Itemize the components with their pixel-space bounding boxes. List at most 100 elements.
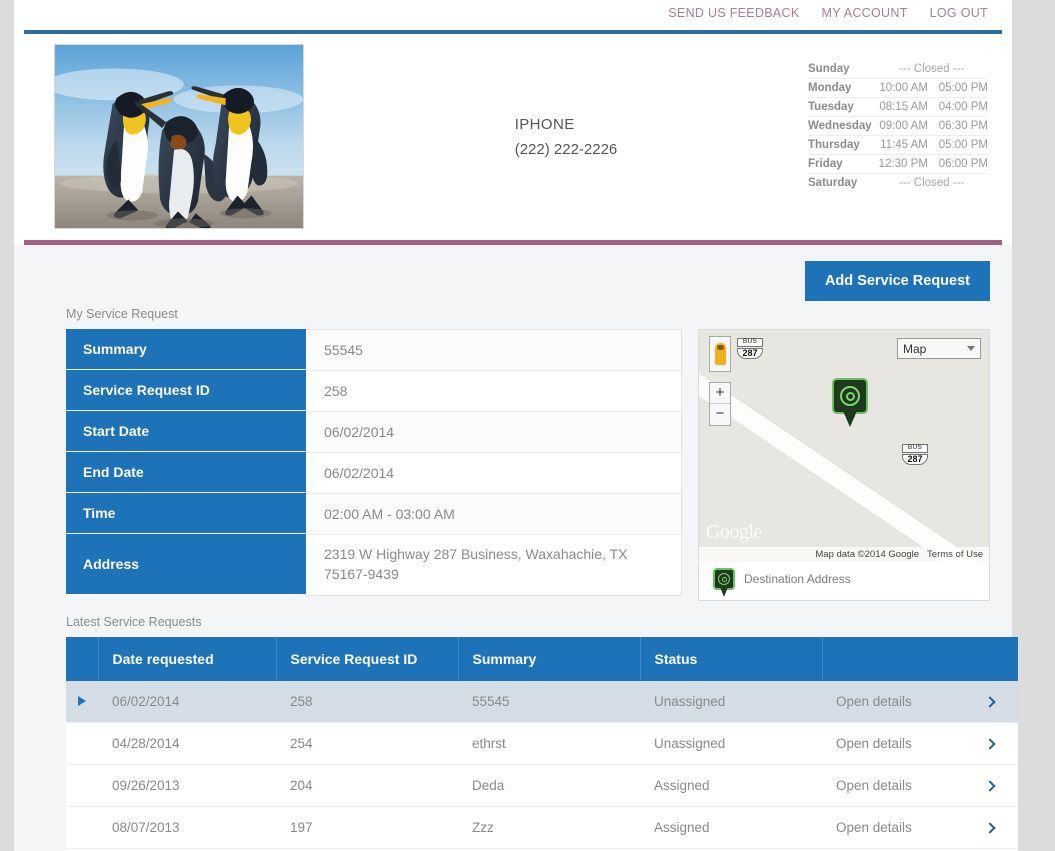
cell-open-details-chevron[interactable] bbox=[962, 681, 1018, 723]
top-utility-bar: SEND US FEEDBACK MY ACCOUNT LOG OUT bbox=[14, 0, 1012, 30]
hours-row: Sunday --- Closed --- bbox=[808, 60, 988, 79]
detail-and-map-row: Summary Service Request ID Start Date En… bbox=[66, 329, 990, 601]
cell-status: Unassigned bbox=[640, 681, 822, 723]
map-zoom-controls[interactable]: + − bbox=[709, 382, 731, 426]
route-shield-icon: BUS 287 bbox=[902, 444, 928, 466]
detail-value-end-date: 06/02/2014 bbox=[306, 453, 681, 494]
table-row[interactable]: 06/02/2014 258 55545 Unassigned Open det… bbox=[66, 681, 1018, 723]
cell-service-request-id: 197 bbox=[276, 806, 458, 849]
detail-label-address: Address bbox=[66, 534, 306, 594]
cell-status: Assigned bbox=[640, 764, 822, 807]
link-send-us-feedback[interactable]: SEND US FEEDBACK bbox=[668, 6, 799, 20]
legend-label: Destination Address bbox=[744, 572, 851, 586]
hours-day: Friday bbox=[808, 154, 876, 174]
destination-marker-icon[interactable] bbox=[832, 378, 868, 427]
map-viewport[interactable]: BUS 287 BUS 287 + − Map Google Map data … bbox=[699, 330, 989, 562]
pegman-figure bbox=[714, 343, 726, 365]
hours-close: 05:00 PM bbox=[935, 135, 988, 155]
map-attribution-bar: Map data ©2014 Google Terms of Use bbox=[699, 547, 989, 562]
hours-day: Sunday bbox=[808, 60, 876, 79]
cell-date-requested: 09/26/2013 bbox=[98, 764, 276, 807]
link-my-account[interactable]: MY ACCOUNT bbox=[822, 6, 908, 20]
cell-open-details-link[interactable]: Open details bbox=[822, 764, 962, 807]
map-type-dropdown[interactable]: Map bbox=[897, 338, 981, 359]
business-hours-body: Sunday --- Closed --- Monday 10:00 AM 05… bbox=[808, 60, 988, 192]
hours-day: Wednesday bbox=[808, 116, 876, 136]
table-row[interactable]: 04/28/2014 254 ethrst Unassigned Open de… bbox=[66, 722, 1018, 765]
cell-open-details-link[interactable]: Open details bbox=[822, 722, 962, 765]
cell-summary: ethrst bbox=[458, 722, 640, 765]
route-shield-icon: BUS 287 bbox=[737, 338, 763, 360]
hours-closed: --- Closed --- bbox=[875, 60, 988, 79]
hours-close: 05:00 PM bbox=[935, 78, 988, 98]
detail-labels-column: Summary Service Request ID Start Date En… bbox=[66, 329, 306, 596]
row-selected-marker bbox=[66, 764, 98, 807]
column-header-service-request-id[interactable]: Service Request ID bbox=[276, 637, 459, 681]
link-log-out[interactable]: LOG OUT bbox=[930, 6, 988, 20]
cell-summary: Zzz bbox=[458, 806, 640, 849]
map-legend: Destination Address bbox=[699, 562, 989, 600]
column-header-actions bbox=[822, 637, 1018, 681]
detail-label-service-request-id: Service Request ID bbox=[66, 370, 306, 411]
cell-open-details-chevron[interactable] bbox=[962, 722, 1018, 765]
hours-open: 10:00 AM bbox=[875, 78, 936, 98]
map-type-label: Map bbox=[903, 341, 927, 356]
map-zoom-in-button[interactable]: + bbox=[710, 383, 730, 404]
latest-service-requests-table: Date requested Service Request ID Summar… bbox=[66, 637, 1018, 851]
hours-row: Friday 12:30 PM 06:00 PM bbox=[808, 154, 988, 174]
column-header-status[interactable]: Status bbox=[640, 637, 823, 681]
map-data-attribution: Map data ©2014 Google bbox=[815, 549, 920, 560]
detail-value-address: 2319 W Highway 287 Business, Waxahachie,… bbox=[306, 535, 681, 595]
hours-open: 09:00 AM bbox=[875, 116, 936, 136]
hours-row: Wednesday 09:00 AM 06:30 PM bbox=[808, 116, 988, 136]
cell-date-requested: 08/07/2013 bbox=[98, 806, 276, 849]
street-view-pegman-icon[interactable] bbox=[709, 336, 731, 372]
chevron-right-icon bbox=[984, 738, 996, 750]
row-selected-marker bbox=[66, 806, 98, 849]
hours-close: 06:30 PM bbox=[935, 116, 988, 136]
cell-open-details-chevron[interactable] bbox=[962, 764, 1018, 807]
my-service-request-label: My Service Request bbox=[66, 307, 178, 321]
map-card: BUS 287 BUS 287 + − Map Google Map data … bbox=[698, 329, 990, 601]
detail-label-time: Time bbox=[66, 493, 306, 534]
row-selected-marker bbox=[66, 722, 98, 765]
map-zoom-out-button[interactable]: − bbox=[710, 404, 730, 425]
route-shield-prefix: BUS bbox=[902, 444, 928, 453]
hours-row: Thursday 11:45 AM 05:00 PM bbox=[808, 135, 988, 155]
cell-open-details-chevron[interactable] bbox=[962, 806, 1018, 849]
route-shield-number: 287 bbox=[902, 453, 928, 466]
business-name: IPHONE bbox=[514, 115, 575, 133]
table-row[interactable]: 08/07/2013 197 Zzz Assigned Open details bbox=[66, 806, 1018, 849]
document-column: SEND US FEEDBACK MY ACCOUNT LOG OUT IPHO… bbox=[14, 0, 1018, 851]
add-service-request-button[interactable]: Add Service Request bbox=[804, 261, 990, 301]
column-header-date-requested[interactable]: Date requested bbox=[98, 637, 277, 681]
cell-status: Unassigned bbox=[640, 722, 822, 765]
column-header-summary[interactable]: Summary bbox=[458, 637, 641, 681]
hours-row: Monday 10:00 AM 05:00 PM bbox=[808, 78, 988, 98]
page-root: SEND US FEEDBACK MY ACCOUNT LOG OUT IPHO… bbox=[0, 0, 1055, 851]
hours-row: Saturday --- Closed --- bbox=[808, 174, 988, 193]
cell-service-request-id: 258 bbox=[276, 681, 458, 723]
detail-value-time: 02:00 AM - 03:00 AM bbox=[306, 494, 681, 535]
detail-value-service-request-id: 258 bbox=[306, 371, 681, 412]
cell-date-requested: 06/02/2014 bbox=[98, 681, 276, 723]
legend-marker-rings bbox=[718, 573, 730, 585]
route-shield-prefix: BUS bbox=[737, 338, 763, 347]
table-head: Date requested Service Request ID Summar… bbox=[66, 637, 1018, 681]
table-row[interactable]: 09/26/2013 204 Deda Assigned Open detail… bbox=[66, 764, 1018, 807]
chevron-right-icon bbox=[984, 780, 996, 792]
marker-rings bbox=[840, 386, 860, 406]
google-watermark: Google bbox=[706, 521, 762, 543]
cell-service-request-id: 204 bbox=[276, 764, 458, 807]
hours-close: 06:00 PM bbox=[935, 154, 988, 174]
detail-label-start-date: Start Date bbox=[66, 411, 306, 452]
detail-label-end-date: End Date bbox=[66, 452, 306, 493]
hours-day: Monday bbox=[808, 78, 876, 98]
map-terms-of-use-link[interactable]: Terms of Use bbox=[927, 549, 983, 560]
hours-close: 04:00 PM bbox=[935, 97, 988, 117]
cell-open-details-link[interactable]: Open details bbox=[822, 681, 962, 723]
business-photo bbox=[54, 44, 304, 229]
hours-day: Tuesday bbox=[808, 97, 876, 117]
cell-summary: 55545 bbox=[458, 681, 640, 723]
cell-open-details-link[interactable]: Open details bbox=[822, 806, 962, 849]
